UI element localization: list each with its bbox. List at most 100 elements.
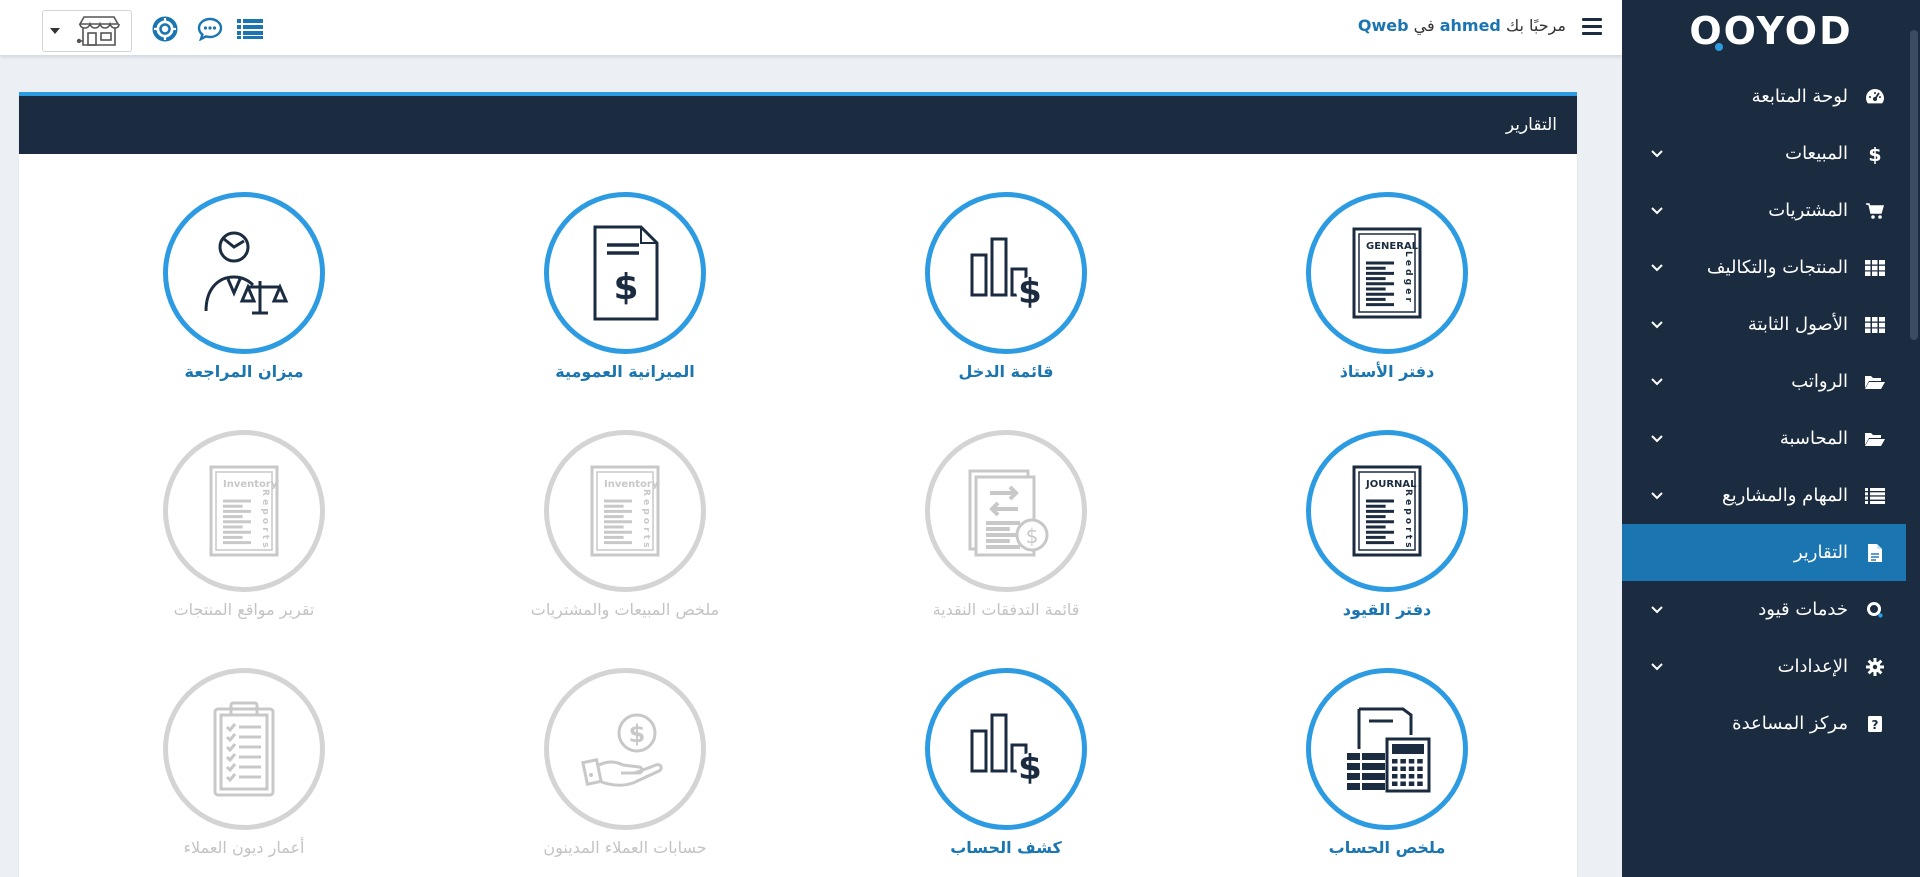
panel-title: التقارير — [1505, 115, 1557, 135]
branch-selector[interactable] — [42, 10, 132, 52]
receivables-icon: $ — [575, 699, 675, 799]
scrollbar[interactable] — [1906, 0, 1920, 877]
chevron-down-icon[interactable] — [1650, 491, 1664, 500]
sidebar-item-2[interactable]: المشتريات — [1622, 182, 1920, 239]
report-tile: $ قائمة التدفقات النقدية — [866, 430, 1146, 630]
report-tile: Inventory R e p o r t s ملخص المبيعات وال… — [485, 430, 765, 630]
report-label[interactable]: دفتر القيود — [1247, 600, 1527, 619]
company-name: Qweb — [1357, 16, 1409, 35]
sidebar-item-label: الأصول الثابتة — [1747, 314, 1848, 335]
general-ledger-icon: GENERAL L e d g e r — [1344, 223, 1430, 323]
welcome-message: مرحبًا بك ahmed في Qweb — [1358, 16, 1566, 35]
sidebar-item-11[interactable]: ? مركز المساعدة — [1622, 695, 1920, 752]
report-circle[interactable]: GENERAL L e d g e r — [1306, 192, 1468, 354]
report-tile[interactable]: $ كشف الحساب — [866, 668, 1146, 868]
aging-clipboard-icon — [199, 697, 289, 801]
account-summary-icon — [1337, 699, 1437, 799]
income-statement-icon: $ — [958, 225, 1054, 321]
grid-icon — [1864, 259, 1886, 276]
report-label[interactable]: ملخص الحساب — [1247, 838, 1527, 857]
report-tile[interactable]: $ قائمة الدخل — [866, 192, 1146, 392]
chevron-down-icon[interactable] — [1650, 149, 1664, 158]
chevron-down-icon[interactable] — [1650, 206, 1664, 215]
report-circle[interactable]: $ — [925, 192, 1087, 354]
report-circle: $ — [544, 668, 706, 830]
sidebar-item-label: المهام والمشاريع — [1722, 485, 1848, 506]
chat-icon[interactable] — [196, 16, 224, 42]
report-tile: أعمار ديون العملاء — [104, 668, 384, 868]
reports-panel: التقارير GENERAL L e d g e r دفتر الأستاذ… — [19, 92, 1577, 877]
report-label[interactable]: ميزان المراجعة — [104, 362, 384, 381]
sidebar-item-label: خدمات قيود — [1758, 599, 1848, 620]
chevron-down-icon[interactable] — [1650, 605, 1664, 614]
svg-text:?: ? — [1872, 718, 1879, 732]
report-label: أعمار ديون العملاء — [183, 838, 305, 857]
qoyod-icon — [1864, 601, 1886, 619]
report-circle[interactable]: $ — [925, 668, 1087, 830]
caret-down-icon — [43, 28, 67, 34]
lifebuoy-help-icon[interactable] — [151, 16, 179, 42]
report-tile[interactable]: GENERAL L e d g e r دفتر الأستاذ — [1247, 192, 1527, 392]
top-bar: مرحبًا بك ahmed في Qweb — [0, 0, 1622, 56]
report-label[interactable]: دفتر الأستاذ — [1247, 362, 1527, 381]
list-icon[interactable] — [236, 16, 264, 42]
panel-header: التقارير — [19, 96, 1577, 154]
sidebar-item-6[interactable]: المحاسبة — [1622, 410, 1920, 467]
svg-text:$: $ — [1026, 524, 1039, 548]
svg-text:L e d g e r: L e d g e r — [1403, 251, 1413, 302]
report-circle: Inventory R e p o r t s — [163, 430, 325, 592]
list-icon — [1864, 487, 1886, 504]
report-label[interactable]: كشف الحساب — [866, 838, 1146, 857]
file-icon — [1864, 543, 1886, 563]
scrollbar-thumb[interactable] — [1910, 30, 1918, 340]
cash-flow-icon: $ — [956, 461, 1056, 561]
chevron-down-icon[interactable] — [1650, 662, 1664, 671]
report-circle: Inventory R e p o r t s — [544, 430, 706, 592]
inventory-reports-icon: Inventory R e p o r t s — [582, 461, 668, 561]
report-circle[interactable] — [1306, 668, 1468, 830]
logo[interactable]: OOYOD — [1622, 0, 1920, 62]
report-label: قائمة التدفقات النقدية — [932, 600, 1080, 619]
cart-icon — [1864, 202, 1886, 220]
sidebar-item-5[interactable]: الرواتب — [1622, 353, 1920, 410]
sidebar-item-label: المبيعات — [1785, 143, 1848, 164]
sidebar-item-8[interactable]: التقارير — [1622, 524, 1920, 581]
chevron-down-icon[interactable] — [1650, 377, 1664, 386]
dashboard-icon — [1864, 87, 1886, 105]
folder-open-icon — [1864, 431, 1886, 447]
svg-text:$: $ — [1018, 272, 1042, 312]
sidebar-item-3[interactable]: المنتجات والتكاليف — [1622, 239, 1920, 296]
sidebar-toggle-icon[interactable] — [1582, 18, 1602, 36]
report-tile: Inventory R e p o r t s تقرير مواقع المنت… — [104, 430, 384, 630]
report-tile[interactable]: ملخص الحساب — [1247, 668, 1527, 868]
welcome-in: في — [1413, 16, 1435, 35]
report-tile[interactable]: JOURNAL R e p o r t s دفتر القيود — [1247, 430, 1527, 630]
journal-reports-icon: JOURNAL R e p o r t s — [1344, 461, 1430, 561]
report-label: ملخص المبيعات والمشتريات — [530, 600, 720, 619]
sidebar-item-7[interactable]: المهام والمشاريع — [1622, 467, 1920, 524]
svg-text:R e p o r t s: R e p o r t s — [641, 489, 651, 548]
chevron-down-icon[interactable] — [1650, 434, 1664, 443]
report-circle[interactable]: JOURNAL R e p o r t s — [1306, 430, 1468, 592]
gear-icon — [1864, 657, 1886, 676]
report-circle[interactable] — [163, 192, 325, 354]
sidebar-item-1[interactable]: $ المبيعات — [1622, 125, 1920, 182]
chevron-down-icon[interactable] — [1650, 263, 1664, 272]
svg-text:$: $ — [629, 720, 646, 748]
sidebar-item-4[interactable]: الأصول الثابتة — [1622, 296, 1920, 353]
report-label[interactable]: الميزانية العمومية — [485, 362, 765, 381]
welcome-prefix: مرحبًا بك — [1505, 16, 1566, 35]
sidebar-item-10[interactable]: الإعدادات — [1622, 638, 1920, 695]
sidebar-item-9[interactable]: خدمات قيود — [1622, 581, 1920, 638]
report-label[interactable]: قائمة الدخل — [866, 362, 1146, 381]
sidebar: OOYOD لوحة المتابعة $ المبيعات المشتريات الم… — [1622, 0, 1920, 877]
report-tile[interactable]: ميزان المراجعة — [104, 192, 384, 392]
report-circle[interactable]: $ — [544, 192, 706, 354]
svg-text:$: $ — [1868, 144, 1881, 164]
report-tile[interactable]: $ الميزانية العمومية — [485, 192, 765, 392]
inventory-reports-icon: Inventory R e p o r t s — [201, 461, 287, 561]
sidebar-item-0[interactable]: لوحة المتابعة — [1622, 67, 1920, 125]
chevron-down-icon[interactable] — [1650, 320, 1664, 329]
sidebar-item-label: الإعدادات — [1777, 656, 1848, 677]
sidebar-item-label: المشتريات — [1768, 200, 1848, 221]
